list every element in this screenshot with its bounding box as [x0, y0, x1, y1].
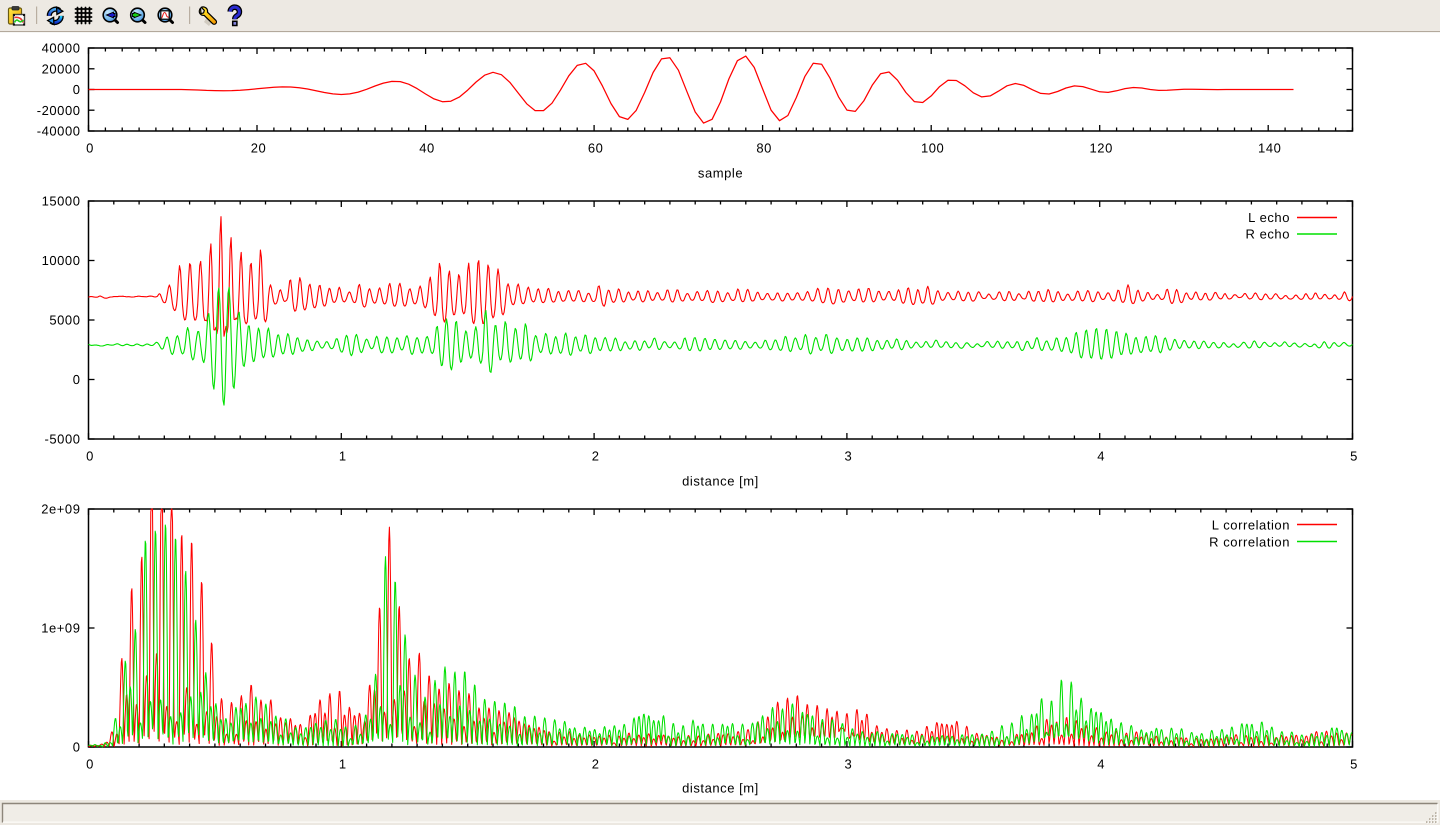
- svg-text:4: 4: [1097, 757, 1105, 772]
- svg-text:4: 4: [1097, 449, 1105, 464]
- svg-text:-40000: -40000: [37, 124, 81, 139]
- svg-text:100: 100: [921, 141, 944, 156]
- svg-text:80: 80: [756, 141, 772, 156]
- svg-text:2: 2: [592, 449, 600, 464]
- svg-text:1: 1: [339, 757, 347, 772]
- svg-text:L correlation: L correlation: [1212, 518, 1290, 533]
- svg-text:60: 60: [588, 141, 604, 156]
- svg-text:2e+09: 2e+09: [41, 502, 80, 517]
- svg-text:1: 1: [339, 449, 347, 464]
- svg-text:10000: 10000: [42, 253, 81, 268]
- svg-text:15000: 15000: [42, 194, 81, 209]
- svg-text:140: 140: [1258, 141, 1281, 156]
- svg-text:3: 3: [845, 449, 853, 464]
- svg-text:40: 40: [419, 141, 435, 156]
- svg-text:5000: 5000: [49, 313, 80, 328]
- svg-text:2: 2: [592, 757, 600, 772]
- svg-text:R correlation: R correlation: [1209, 535, 1290, 550]
- svg-text:-5000: -5000: [45, 432, 81, 447]
- svg-text:0: 0: [86, 141, 94, 156]
- svg-text:-20000: -20000: [37, 103, 81, 118]
- svg-text:40000: 40000: [42, 41, 81, 56]
- svg-text:0: 0: [73, 82, 81, 97]
- svg-text:L echo: L echo: [1248, 210, 1290, 225]
- svg-text:1e+09: 1e+09: [41, 621, 80, 636]
- svg-text:0: 0: [73, 740, 81, 755]
- svg-text:distance [m]: distance [m]: [682, 781, 759, 796]
- svg-text:distance [m]: distance [m]: [682, 474, 759, 489]
- svg-text:0: 0: [86, 449, 94, 464]
- svg-text:20: 20: [251, 141, 267, 156]
- svg-text:0: 0: [73, 372, 81, 387]
- svg-text:sample: sample: [698, 166, 743, 181]
- svg-text:R echo: R echo: [1246, 227, 1291, 242]
- svg-text:20000: 20000: [42, 61, 81, 76]
- svg-text:5: 5: [1350, 757, 1358, 772]
- svg-text:0: 0: [86, 757, 94, 772]
- svg-text:3: 3: [845, 757, 853, 772]
- svg-text:5: 5: [1350, 449, 1358, 464]
- svg-text:120: 120: [1090, 141, 1113, 156]
